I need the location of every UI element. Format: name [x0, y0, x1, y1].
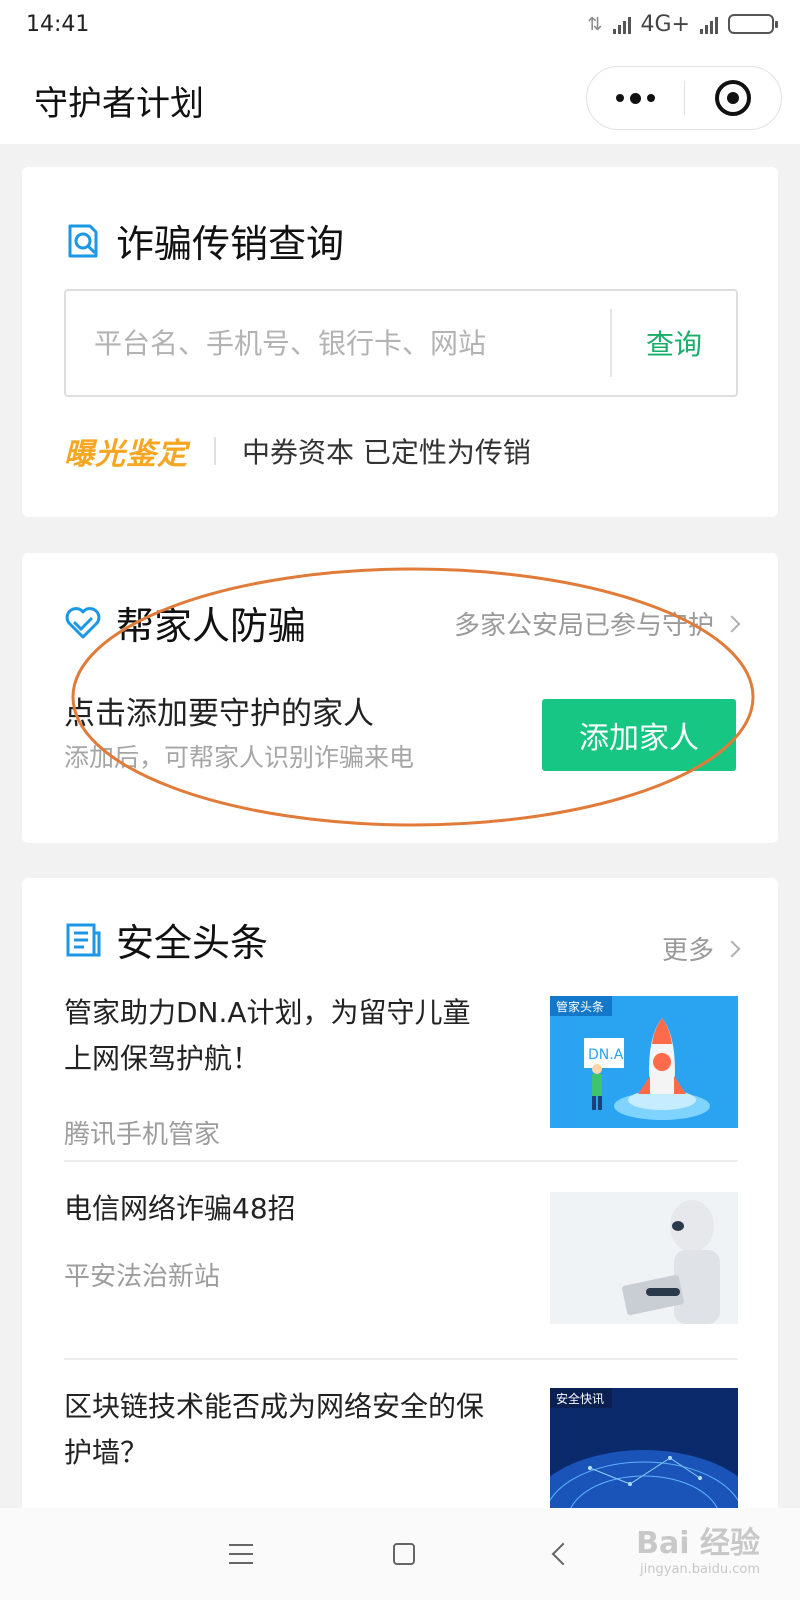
watermark-brand: Bai 经验 [636, 1526, 760, 1561]
security-news-card: 安全头条 更多 管家助力DN.A计划，为留守儿童上网保驾护航！ 腾讯手机管家 管… [22, 878, 778, 1518]
chevron-right-icon [723, 615, 741, 632]
more-button[interactable] [587, 66, 684, 130]
news-item-source: 平安法治新站 [64, 1262, 221, 1292]
police-participation-text: 多家公安局已参与守护 [453, 611, 714, 641]
exposure-tag: 曝光鉴定 [64, 437, 188, 472]
police-participation-link[interactable]: 多家公安局已参与守护 [453, 605, 741, 642]
more-dot-right [647, 94, 655, 102]
exposure-row[interactable]: 曝光鉴定 中券资本 已定性为传销 [64, 429, 531, 473]
chevron-right-icon [723, 940, 741, 957]
fraud-query-card: 诈骗传销查询 查询 曝光鉴定 中券资本 已定性为传销 [22, 167, 778, 517]
add-family-prompt: 点击添加要守护的家人 [64, 696, 374, 732]
status-bar: 14:41 ⇅ 4G+ [0, 0, 800, 48]
news-item-source: 腾讯手机管家 [64, 1120, 221, 1150]
menu-icon[interactable] [229, 1544, 253, 1564]
navigation-bar: 守护者计划 [0, 48, 800, 144]
query-section-header: 诈骗传销查询 [64, 213, 344, 268]
news-section-title: 安全头条 [116, 921, 269, 965]
status-icons: ⇅ 4G+ [587, 11, 778, 37]
home-square-icon[interactable] [393, 1543, 415, 1565]
thumb-label: 管家头条 [556, 999, 604, 1014]
query-section-title: 诈骗传销查询 [116, 222, 345, 266]
news-section-header: 安全头条 [64, 912, 268, 967]
news-thumbnail-2 [550, 1192, 738, 1324]
signal-icon-2 [700, 14, 718, 34]
news-item-title: 电信网络诈骗48招 [64, 1192, 296, 1225]
news-divider [64, 1160, 738, 1162]
more-dot-center [630, 92, 641, 104]
rocket-illustration: 管家头条 DN.A [550, 996, 738, 1128]
news-thumbnail-1: 管家头条 DN.A [550, 996, 738, 1128]
robot-illustration [550, 1192, 738, 1324]
network-label: 4G+ [640, 11, 690, 37]
watermark: Bai 经验 jingyan.baidu.com [636, 1518, 760, 1577]
close-button[interactable] [685, 66, 781, 130]
more-news-link[interactable]: 更多 [661, 930, 741, 967]
query-button[interactable]: 查询 [612, 291, 736, 395]
more-news-text: 更多 [661, 936, 714, 966]
news-thumbnail-3: 安全快讯 [550, 1388, 738, 1518]
data-transfer-icon: ⇅ [587, 13, 603, 35]
news-item-title: 管家助力DN.A计划，为留守儿童上网保驾护航！ [64, 996, 471, 1075]
back-chevron-icon[interactable] [551, 1542, 575, 1566]
news-item-1[interactable]: 管家助力DN.A计划，为留守儿童上网保驾护航！ 腾讯手机管家 管家头条 DN.A [64, 990, 738, 1160]
search-input[interactable] [66, 291, 610, 395]
newspaper-icon [66, 923, 101, 956]
add-family-button[interactable]: 添加家人 [542, 699, 736, 771]
thumb-text: DN.A [588, 1047, 624, 1063]
family-protection-card: 帮家人防骗 多家公安局已参与守护 点击添加要守护的家人 添加后，可帮家人识别诈骗… [22, 553, 778, 843]
watermark-url: jingyan.baidu.com [640, 1562, 760, 1577]
thumb-label: 安全快讯 [556, 1391, 604, 1406]
family-section-header: 帮家人防骗 [64, 595, 306, 650]
exposure-divider [214, 437, 216, 465]
mini-program-capsule [586, 66, 782, 130]
more-dots-icon [616, 94, 624, 102]
network-globe-illustration: 安全快讯 [550, 1388, 738, 1518]
battery-icon [728, 14, 778, 34]
family-section-title: 帮家人防骗 [116, 604, 307, 648]
page-title: 守护者计划 [34, 84, 204, 124]
search-document-icon [68, 224, 98, 257]
target-icon [714, 80, 751, 116]
signal-icon [612, 14, 631, 34]
news-divider [64, 1358, 738, 1360]
add-family-hint: 添加后，可帮家人识别诈骗来电 [64, 743, 415, 772]
news-item-3[interactable]: 区块链技术能否成为网络安全的保护墙？ 安全快讯 [64, 1384, 738, 1518]
news-item-title: 区块链技术能否成为网络安全的保护墙？ [64, 1390, 485, 1469]
heart-icon [65, 606, 101, 638]
status-time: 14:41 [26, 11, 90, 37]
news-item-2[interactable]: 电信网络诈骗48招 平安法治新站 [64, 1186, 738, 1354]
exposure-text: 中券资本 已定性为传销 [242, 436, 531, 469]
search-box: 查询 [64, 289, 738, 397]
